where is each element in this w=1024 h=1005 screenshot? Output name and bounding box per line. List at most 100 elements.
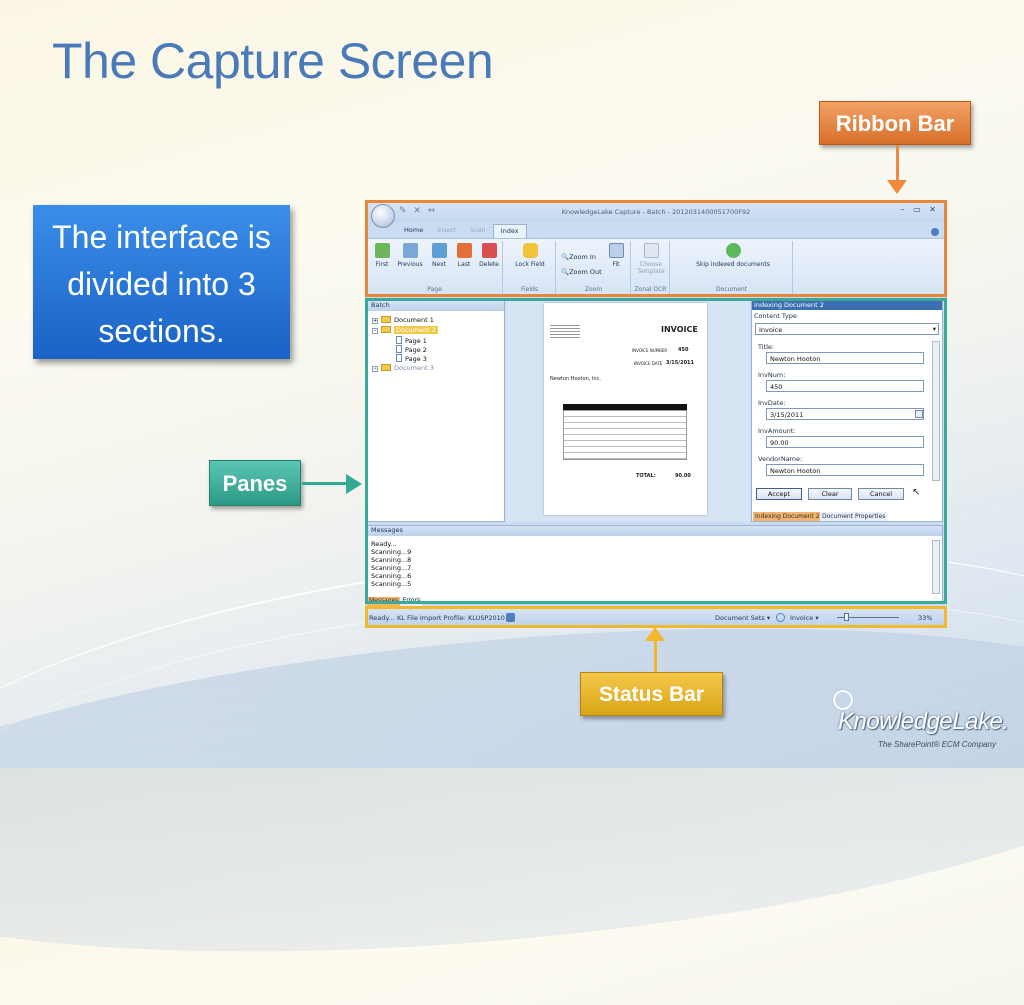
message-line: Scanning...7 xyxy=(371,564,412,572)
tree-label: Document 1 xyxy=(394,316,434,324)
document-sets-dropdown[interactable]: Document Sets ▾ xyxy=(715,614,770,622)
ribbon-tabs: Home Insert Scan Index xyxy=(397,224,527,238)
logo-tagline: The SharePoint® ECM Company xyxy=(878,740,996,749)
content-type-label: Content Type xyxy=(754,312,797,320)
accept-button[interactable]: Accept xyxy=(756,488,802,500)
messages-header: Messages xyxy=(368,526,942,536)
clear-button[interactable]: Clear xyxy=(808,488,852,500)
tree-document-2[interactable]: – Document 2 xyxy=(372,326,438,334)
window-title: KnowledgeLake Capture - Batch - 20120314… xyxy=(561,208,751,216)
tree-page-2[interactable]: Page 2 xyxy=(396,345,427,354)
intro-box: The interface is divided into 3 sections… xyxy=(33,205,290,359)
tab-document-properties[interactable]: Document Properties xyxy=(820,512,888,521)
status-profile: KL File Import Profile: KLUSP2010 xyxy=(397,614,505,622)
sender-address xyxy=(550,325,580,339)
messages-tabs: Messages Errors xyxy=(367,597,423,606)
message-line: Ready... xyxy=(371,540,397,548)
tab-errors[interactable]: Errors xyxy=(400,597,423,606)
cancel-button[interactable]: Cancel xyxy=(858,488,904,500)
next-label: Next xyxy=(432,261,446,268)
quick-access-toolbar[interactable]: ✎ ✕ ⇔ xyxy=(399,206,437,216)
page-icon xyxy=(396,336,402,344)
status-ready: Ready... xyxy=(369,614,395,622)
content-type-select[interactable]: Invoice ▾ xyxy=(755,323,939,335)
indexing-scrollbar[interactable] xyxy=(932,341,940,481)
profile-icon[interactable] xyxy=(506,613,515,622)
first-label: First xyxy=(375,261,389,268)
vendorname-field[interactable]: Newton Hooton xyxy=(766,464,924,476)
messages-scrollbar[interactable] xyxy=(932,540,940,594)
tree-page-1[interactable]: Page 1 xyxy=(396,336,427,345)
tab-scan[interactable]: Scan xyxy=(463,224,493,238)
knowledgelake-logo: KnowledgeLake. xyxy=(838,708,1009,735)
zoom-slider-handle[interactable] xyxy=(844,613,849,621)
zoom-in-label: Zoom In xyxy=(569,253,596,261)
tab-insert[interactable]: Insert xyxy=(430,224,463,238)
tab-home[interactable]: Home xyxy=(397,224,430,238)
tree-page-3[interactable]: Page 3 xyxy=(396,354,427,363)
zonal-ocr-group: Choose Template Zonal OCR xyxy=(632,241,670,294)
content-type-dropdown[interactable]: Invoice ▾ xyxy=(790,614,819,622)
document-sets-label: Document Sets xyxy=(715,614,765,622)
zoom-in-icon: 🔍 xyxy=(561,253,570,261)
messages-pane: Messages Ready... Scanning...9 Scanning.… xyxy=(367,525,943,602)
first-page-icon xyxy=(374,243,390,258)
chevron-down-icon[interactable]: ▾ xyxy=(933,325,936,333)
status-arrow-head xyxy=(645,627,665,641)
tab-messages[interactable]: Messages xyxy=(367,597,401,606)
mouse-cursor-icon: ↖ xyxy=(912,487,921,498)
indexing-pane: Indexing Document 2 Content Type Invoice… xyxy=(751,300,943,522)
application-orb-icon[interactable] xyxy=(371,204,395,228)
content-type-value: Invoice xyxy=(759,326,783,334)
invoice-number: 450 xyxy=(678,347,689,353)
calendar-icon[interactable] xyxy=(915,410,923,418)
title-field[interactable]: Newton Hooton xyxy=(766,352,924,364)
message-line: Scanning...6 xyxy=(371,572,412,580)
choose-template-button[interactable]: Choose Template xyxy=(636,243,666,275)
fit-button[interactable]: Fit xyxy=(605,243,627,268)
tree-document-3[interactable]: + Document 3 xyxy=(372,364,434,372)
zoom-group: 🔍Zoom In 🔍Zoom Out Fit Zoom xyxy=(557,241,631,294)
page-group-label: Page xyxy=(427,286,442,293)
tree-document-1[interactable]: + Document 1 xyxy=(372,316,434,324)
ribbon: First Previous Next Last Delete Page Loc… xyxy=(367,238,945,295)
tab-index[interactable]: Index xyxy=(492,224,527,238)
tree-label: Document 2 xyxy=(394,326,438,334)
zoom-in-button[interactable]: 🔍Zoom In xyxy=(561,253,596,261)
tab-indexing-document[interactable]: Indexing Document 2 xyxy=(753,512,822,521)
ribbon-bar-callout: Ribbon Bar xyxy=(819,101,971,145)
invamount-label: InvAmount: xyxy=(758,427,796,435)
capture-app-window: KnowledgeLake Capture - Batch - 20120314… xyxy=(365,200,947,628)
refresh-icon[interactable] xyxy=(776,613,785,622)
fields-group: Lock Field Fields xyxy=(504,241,556,294)
lock-field-button[interactable]: Lock Field xyxy=(512,243,548,268)
message-line: Scanning...8 xyxy=(371,556,412,564)
invoice-heading: INVOICE xyxy=(661,325,698,334)
expand-icon[interactable]: + xyxy=(372,366,378,372)
invnum-label: InvNum: xyxy=(758,371,786,379)
fit-icon xyxy=(608,243,624,258)
previous-button[interactable]: Previous xyxy=(395,243,425,268)
status-bar-callout: Status Bar xyxy=(580,672,723,716)
expand-icon[interactable]: + xyxy=(372,318,378,324)
last-label: Last xyxy=(457,261,471,268)
first-button[interactable]: First xyxy=(369,243,395,268)
title-bar: KnowledgeLake Capture - Batch - 20120314… xyxy=(365,200,947,222)
invdate-field[interactable]: 3/15/2011 xyxy=(766,408,924,420)
document-viewer[interactable]: INVOICE INVOICE NUMBER 450 INVOICE DATE … xyxy=(506,300,750,522)
last-button[interactable]: Last xyxy=(451,243,477,268)
delete-label: Delete xyxy=(479,261,499,268)
zoom-out-button[interactable]: 🔍Zoom Out xyxy=(561,268,602,276)
next-button[interactable]: Next xyxy=(426,243,452,268)
help-icon[interactable] xyxy=(931,228,939,236)
collapse-icon[interactable]: – xyxy=(372,328,378,334)
lock-field-label: Lock Field xyxy=(515,261,545,268)
window-controls[interactable]: – ▭ ✕ xyxy=(901,205,939,214)
batch-pane-header: Batch xyxy=(368,301,504,311)
delete-button[interactable]: Delete xyxy=(476,243,502,268)
invnum-field[interactable]: 450 xyxy=(766,380,924,392)
panes-arrow-head xyxy=(346,474,362,494)
delete-icon xyxy=(481,243,497,258)
skip-indexed-documents-button[interactable]: Skip indexed documents xyxy=(685,243,781,268)
invamount-field[interactable]: 90.00 xyxy=(766,436,924,448)
